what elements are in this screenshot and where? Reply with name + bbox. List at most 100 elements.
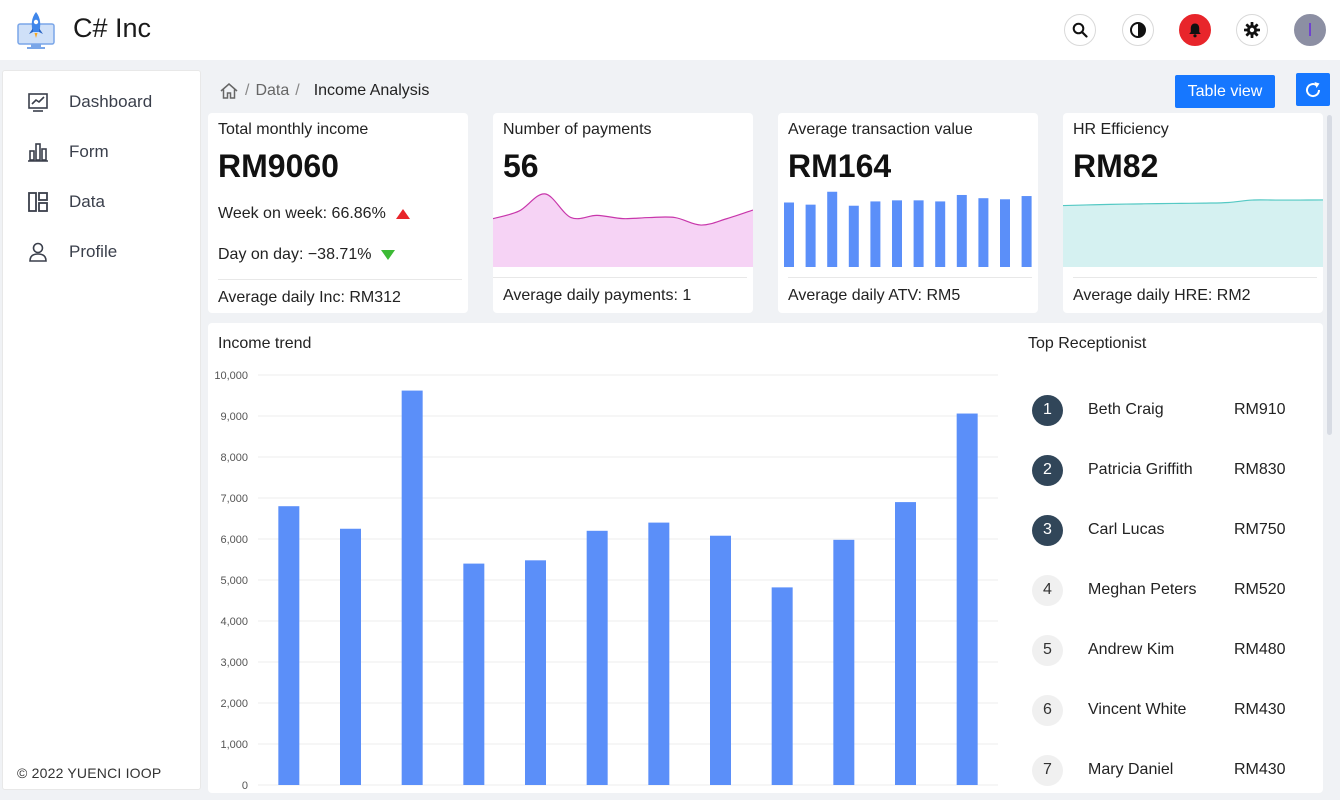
rank-name: Carl Lucas	[1088, 521, 1165, 538]
ranking-row: 3 Carl Lucas RM750	[1032, 514, 1302, 546]
rank-number: 3	[1032, 514, 1063, 546]
arrow-down-icon	[381, 250, 396, 260]
income-bar	[956, 413, 978, 785]
income-bar	[833, 539, 855, 785]
payments-sparkline-area	[493, 193, 753, 267]
atv-bar	[978, 198, 989, 267]
layout-icon	[28, 192, 48, 212]
card-footer: Average daily ATV: RM5	[788, 277, 1032, 305]
atv-bar	[784, 202, 794, 267]
app-title: C# Inc	[73, 13, 152, 43]
theme-toggle-button[interactable]	[1122, 14, 1154, 46]
rank-name: Patricia Griffith	[1088, 461, 1193, 478]
rank-amount: RM520	[1234, 581, 1286, 598]
atv-bar	[870, 201, 881, 267]
atv-card: Average transaction value RM164 Average …	[778, 113, 1038, 313]
hr-sparkline-area	[1063, 199, 1323, 267]
gear-icon	[1244, 22, 1260, 38]
sidebar-item-label: Profile	[69, 242, 118, 261]
ranking-row: 6 Vincent White RM430	[1032, 694, 1302, 726]
atv-bar	[956, 194, 967, 267]
refresh-icon	[1306, 81, 1321, 97]
breadcrumb: / Data / Income Analysis	[219, 80, 429, 102]
refresh-button[interactable]	[1296, 73, 1330, 106]
breadcrumb-separator: /	[295, 82, 300, 99]
ranking-row: 5 Andrew Kim RM480	[1032, 634, 1302, 666]
rank-amount: RM830	[1234, 461, 1286, 478]
rank-name: Beth Craig	[1088, 401, 1164, 418]
breadcrumb-current: Income Analysis	[313, 82, 430, 99]
card-value: 56	[503, 148, 539, 184]
y-tick-label: 0	[242, 780, 248, 792]
ranking-row: 1 Beth Craig RM910	[1032, 394, 1302, 426]
card-footer: Average daily Inc: RM312	[218, 279, 462, 307]
sidebar-item-data[interactable]: Data	[3, 180, 202, 224]
search-icon	[1072, 22, 1088, 38]
income-bar	[648, 522, 670, 785]
y-tick-label: 1,000	[220, 739, 248, 751]
income-bar	[895, 502, 916, 785]
rank-amount: RM430	[1234, 761, 1286, 778]
sidebar-item-profile[interactable]: Profile	[3, 230, 202, 274]
sidebar: Dashboard Form Data Profile © 2022 YUENC…	[2, 70, 201, 790]
search-button[interactable]	[1064, 14, 1096, 46]
avatar-initial: I	[1307, 19, 1313, 40]
y-tick-label: 3,000	[220, 657, 248, 669]
sidebar-item-form[interactable]: Form	[3, 130, 202, 174]
user-icon	[29, 242, 47, 262]
week-on-week-text: Week on week: 66.86%	[218, 205, 386, 222]
rank-number: 5	[1032, 634, 1063, 666]
rank-name: Mary Daniel	[1088, 761, 1174, 778]
sidebar-item-dashboard[interactable]: Dashboard	[3, 80, 202, 124]
breadcrumb-separator: /	[245, 82, 250, 99]
notifications-button[interactable]	[1179, 14, 1211, 46]
y-tick-label: 5,000	[220, 575, 248, 587]
bell-icon	[1189, 23, 1201, 38]
atv-bar-sparkline	[784, 191, 1032, 267]
table-view-button[interactable]: Table view	[1175, 75, 1275, 108]
rank-name: Andrew Kim	[1088, 641, 1175, 658]
y-tick-label: 7,000	[220, 493, 248, 505]
avatar[interactable]: I	[1294, 14, 1326, 46]
y-tick-label: 10,000	[214, 370, 248, 382]
ranking-row: 7 Mary Daniel RM430	[1032, 754, 1302, 786]
card-title: Number of payments	[503, 121, 652, 138]
atv-bar	[913, 200, 924, 267]
atv-bar	[1000, 199, 1010, 267]
week-on-week-row: Week on week: 66.86%	[218, 205, 410, 223]
day-on-day-text: Day on day: −38.71%	[218, 246, 372, 263]
settings-button[interactable]	[1236, 14, 1268, 46]
card-value: RM82	[1073, 148, 1159, 184]
card-title: Average transaction value	[788, 121, 973, 138]
income-bar	[586, 530, 608, 785]
rocket-monitor-icon[interactable]	[16, 10, 56, 50]
y-tick-label: 6,000	[220, 534, 248, 546]
rank-name: Meghan Peters	[1088, 581, 1197, 598]
hr-card: HR Efficiency RM82 Average daily HRE: RM…	[1063, 113, 1323, 313]
rank-number: 4	[1032, 574, 1063, 606]
atv-bar	[805, 204, 816, 267]
card-footer: Average daily HRE: RM2	[1073, 277, 1317, 305]
income-trend-chart: 0 1,000 2,000 3,000 4,000 5,000 6,000 7,000 8,00…	[214, 370, 998, 792]
home-icon[interactable]	[219, 81, 239, 101]
breadcrumb-item-data[interactable]: Data	[255, 82, 289, 100]
income-trend-panel: Income trend 0 1,000 2,000 3,000 4,000 5,000 6…	[208, 323, 1323, 793]
income-card: Total monthly income RM9060 Week on week…	[208, 113, 468, 313]
income-bar	[278, 506, 300, 785]
atv-bar	[1021, 196, 1032, 267]
rank-name: Vincent White	[1088, 701, 1187, 718]
scrollbar-thumb[interactable]	[1327, 115, 1332, 435]
copyright-footer: © 2022 YUENCI IOOP	[17, 765, 162, 781]
income-bar	[710, 535, 731, 785]
y-tick-label: 4,000	[220, 616, 248, 628]
atv-bar	[935, 201, 946, 267]
income-bar	[463, 563, 485, 785]
y-tick-label: 2,000	[220, 698, 248, 710]
ranking-row: 4 Meghan Peters RM520	[1032, 574, 1302, 606]
payments-card: Number of payments 56 Average daily paym…	[493, 113, 753, 313]
ranking-row: 2 Patricia Griffith RM830	[1032, 454, 1302, 486]
income-bar	[525, 560, 546, 785]
sidebar-item-label: Form	[69, 142, 109, 161]
contrast-icon	[1130, 22, 1146, 38]
rank-amount: RM750	[1234, 521, 1286, 538]
